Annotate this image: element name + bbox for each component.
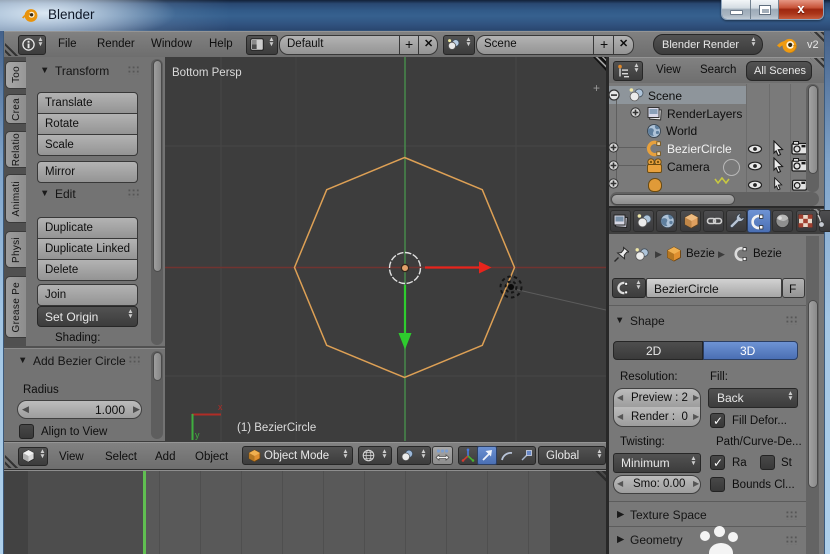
svg-text:y: y (195, 430, 200, 440)
svg-text:x: x (218, 402, 223, 412)
